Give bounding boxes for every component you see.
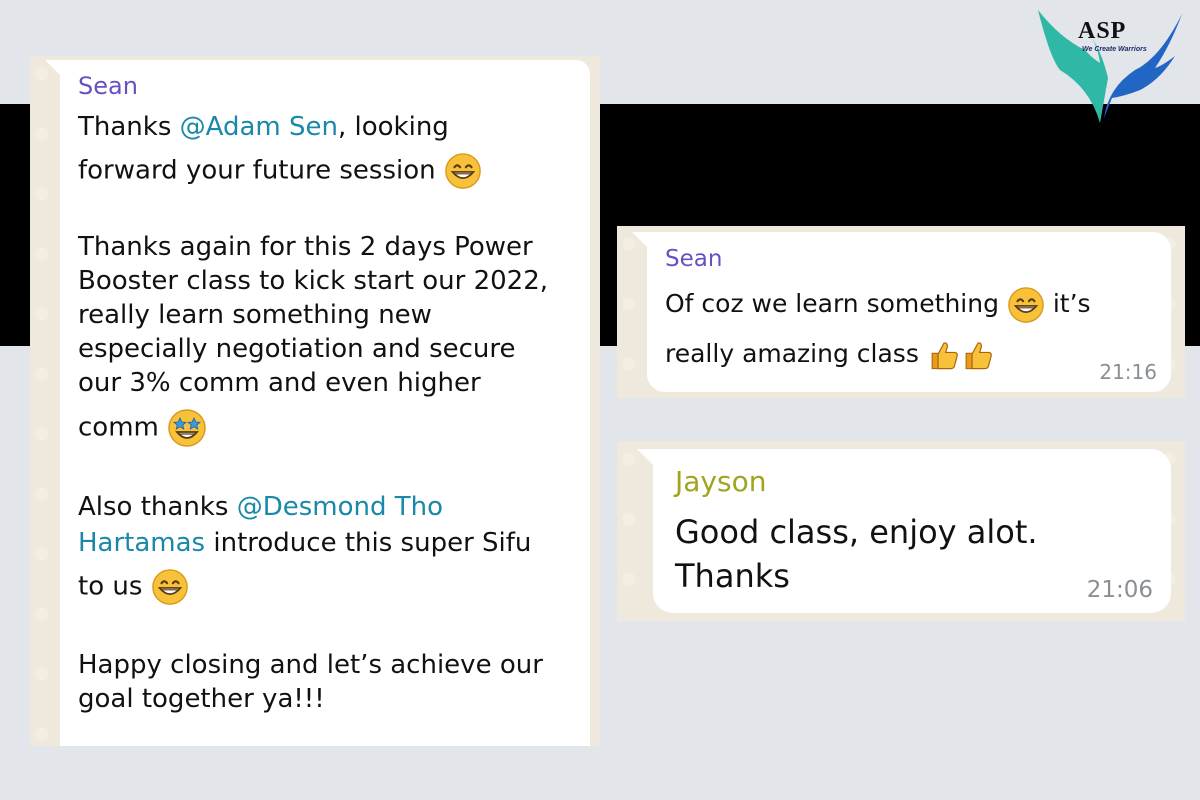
right-chat-screenshot-1: Sean Of coz we learn something it’s real… (617, 226, 1185, 398)
message-line: Hartamas introduce this super Sifu (78, 528, 532, 558)
message-timestamp: 21:16 (1099, 360, 1157, 384)
sender-name: Sean (665, 246, 723, 272)
message-line: really amazing class (665, 338, 995, 372)
right-chat-screenshot-2: Jayson Good class, enjoy alot. Thanks 21… (617, 441, 1185, 621)
grin-icon (444, 152, 482, 190)
message-line: Booster class to kick start our 2022, (78, 266, 549, 296)
message-line: really learn something new (78, 300, 432, 330)
sender-name: Sean (78, 72, 138, 100)
bubble-tail (637, 449, 653, 465)
asp-logo: ASP We Create Warriors (1030, 8, 1190, 128)
message-timestamp: 21:06 (1086, 577, 1153, 603)
thumbs-up-icon (961, 338, 995, 372)
message-line: our 3% comm and even higher (78, 368, 481, 398)
message-line: goal together ya!!! (78, 684, 325, 714)
mention-desmond-cont[interactable]: Hartamas (78, 528, 205, 558)
grin-icon (1007, 286, 1045, 324)
message-bubble-sean-long: Sean Thanks @Adam Sen, looking forward y… (60, 60, 590, 746)
grin-icon (151, 568, 189, 606)
thumbs-up-icon (927, 338, 961, 372)
bubble-tail (632, 232, 648, 248)
message-line: Of coz we learn something it’s (665, 286, 1091, 324)
left-chat-screenshot: Sean Thanks @Adam Sen, looking forward y… (30, 56, 600, 746)
message-bubble-jayson: Jayson Good class, enjoy alot. Thanks 21… (653, 449, 1171, 613)
logo-text: ASP (1078, 18, 1127, 44)
bubble-tail (45, 60, 61, 76)
message-line: Thanks again for this 2 days Power (78, 232, 533, 262)
message-line: to us (78, 568, 189, 606)
message-line: forward your future session (78, 152, 482, 190)
message-line: Thanks (675, 557, 790, 595)
message-line: especially negotiation and secure (78, 334, 516, 364)
message-line: Thanks @Adam Sen, looking (78, 112, 449, 142)
mention-desmond[interactable]: @Desmond Tho (237, 492, 443, 522)
message-bubble-sean-short: Sean Of coz we learn something it’s real… (647, 232, 1171, 392)
sender-name: Jayson (675, 465, 767, 498)
logo-tagline: We Create Warriors (1082, 46, 1147, 53)
message-line: Happy closing and let’s achieve our (78, 650, 543, 680)
mention-adam-sen[interactable]: @Adam Sen (180, 112, 338, 142)
message-line: Good class, enjoy alot. (675, 513, 1038, 551)
star-struck-icon (167, 408, 207, 448)
message-line: Also thanks @Desmond Tho (78, 492, 443, 522)
message-line: comm (78, 408, 207, 448)
